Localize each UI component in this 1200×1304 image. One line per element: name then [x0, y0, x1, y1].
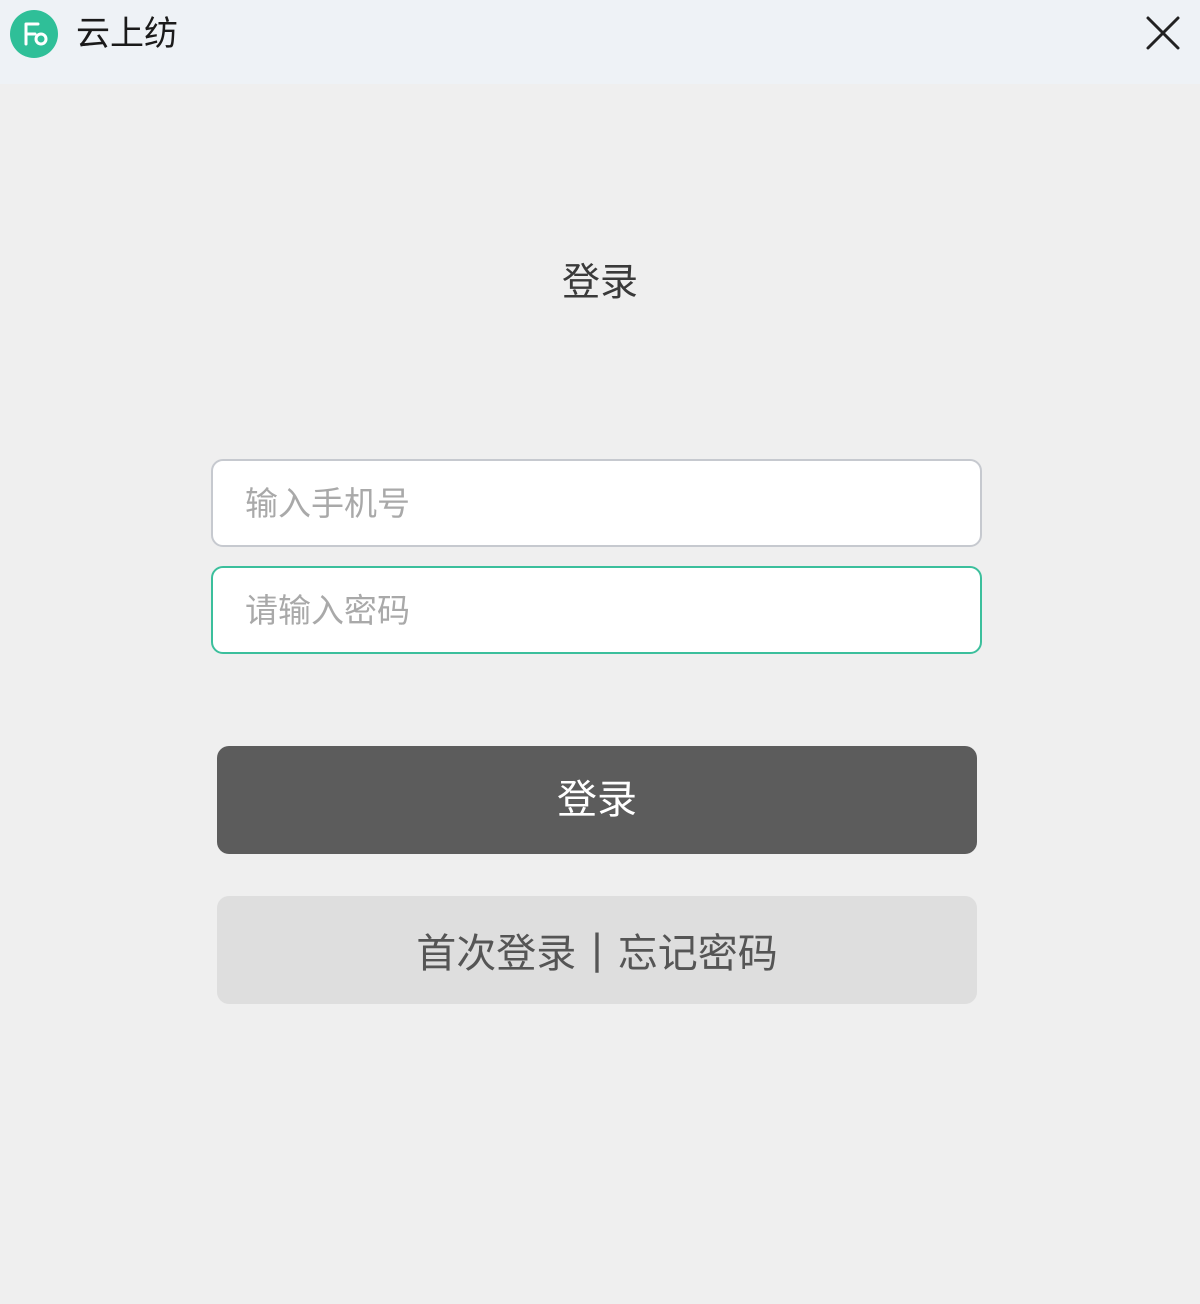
app-title: 云上纺 — [76, 14, 178, 54]
login-heading: 登录 — [561, 260, 638, 304]
password-input[interactable] — [211, 566, 982, 654]
close-icon — [1146, 16, 1180, 50]
title-bar: 云上纺 — [0, 0, 1200, 84]
phone-input[interactable] — [211, 459, 982, 547]
separator: | — [590, 927, 604, 973]
forgot-password-link[interactable]: 忘记密码 — [618, 921, 778, 979]
secondary-actions: 首次登录 | 忘记密码 — [217, 896, 977, 1004]
app-logo-icon — [10, 10, 58, 58]
login-button[interactable]: 登录 — [217, 746, 977, 854]
first-login-link[interactable]: 首次登录 — [416, 921, 576, 979]
close-button[interactable] — [1140, 10, 1186, 56]
